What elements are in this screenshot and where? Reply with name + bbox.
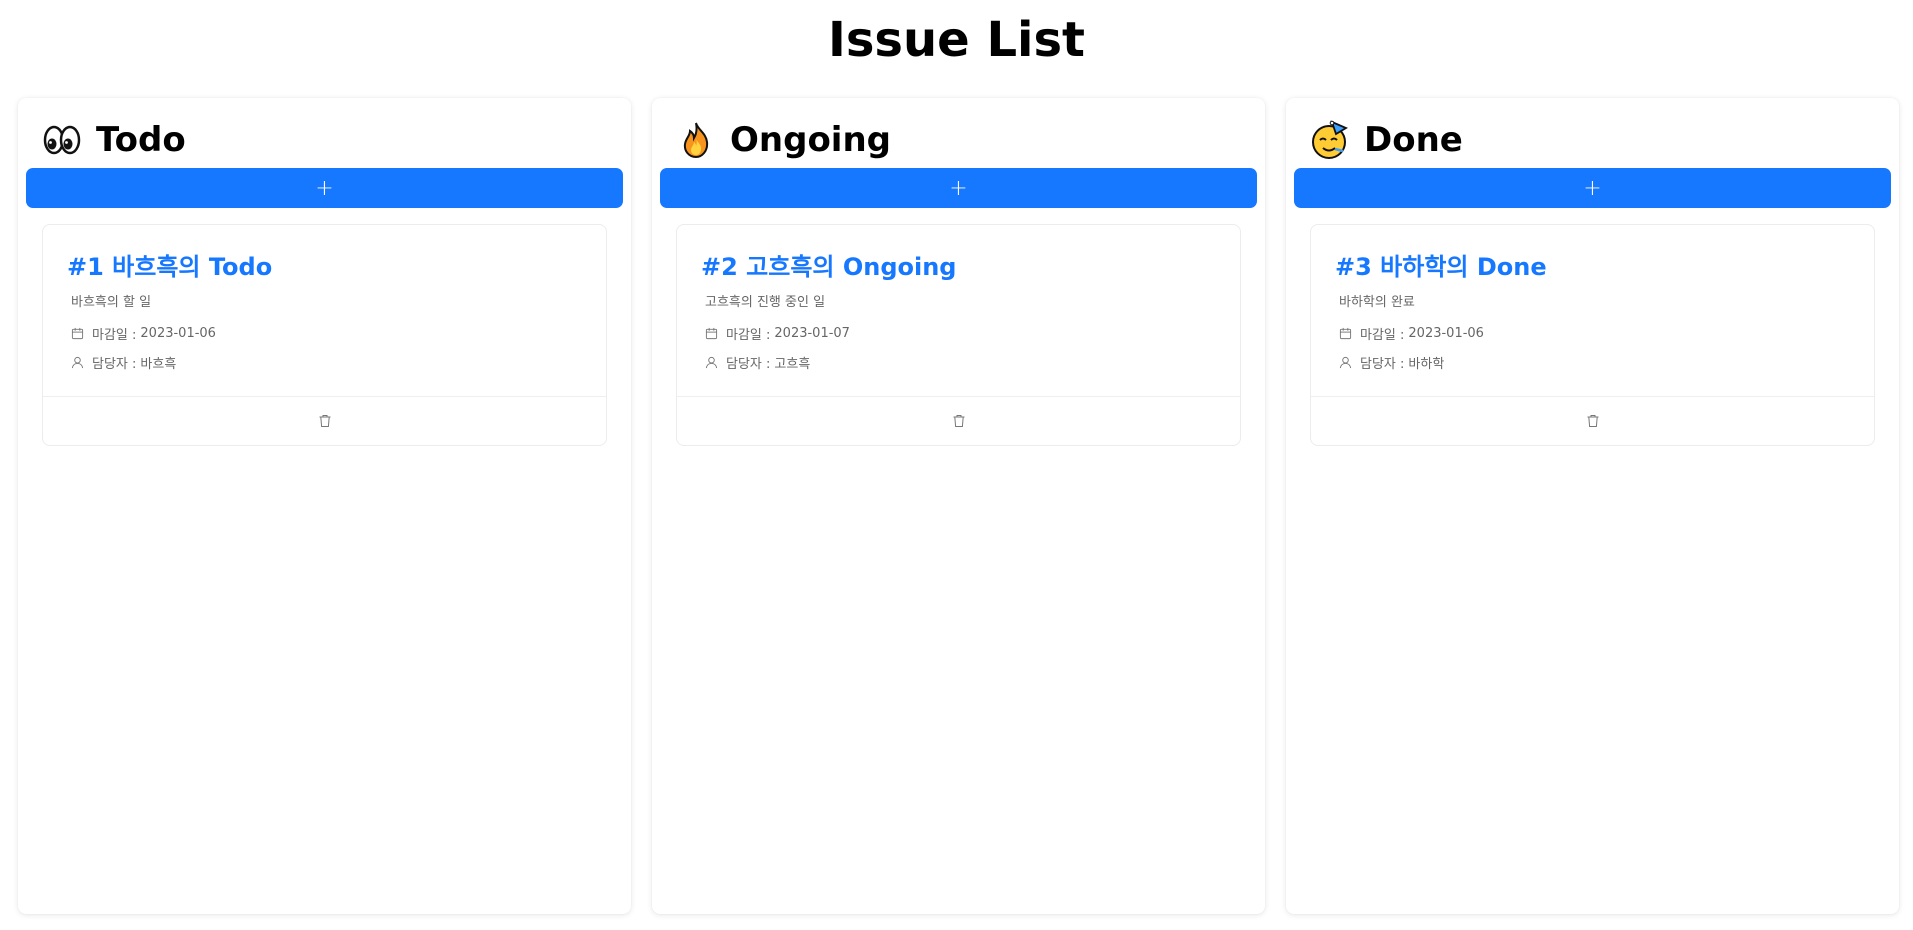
user-icon: [71, 356, 84, 369]
assignee-value: 고흐흑: [774, 357, 811, 372]
delete-icon[interactable]: [1586, 414, 1600, 428]
issue-description: 바하학의 완료: [1339, 295, 1415, 310]
column-done: Done + #3 바하학의 Done 바하학의 완료 마감일 : 2023-0…: [1286, 98, 1899, 914]
issue-assignee: 담당자 : 고흐흑: [705, 353, 1216, 372]
eyes-icon: [43, 125, 81, 155]
deadline-value: 2023-01-06: [1408, 326, 1484, 341]
column-title: Todo: [96, 120, 186, 160]
delete-icon[interactable]: [318, 414, 332, 428]
card-actions: [43, 396, 606, 445]
calendar-icon: [71, 327, 84, 340]
column-todo: Todo + #1 바흐흑의 Todo 바흐흑의 할 일 마감일 : 2023-…: [18, 98, 631, 914]
party-face-icon: [1312, 120, 1348, 159]
kanban-board: Todo + #1 바흐흑의 Todo 바흐흑의 할 일 마감일 : 2023-…: [18, 98, 1899, 914]
user-icon: [1339, 356, 1352, 369]
issue-assignee: 담당자 : 바흐흑: [71, 353, 582, 372]
card-actions: [677, 396, 1240, 445]
page-title: Issue List: [828, 12, 1085, 68]
issue-card: #2 고흐흑의 Ongoing 고흐흑의 진행 중인 일 마감일 : 2023-…: [676, 224, 1241, 446]
deadline-label: 마감일 :: [1360, 328, 1405, 343]
column-title: Done: [1364, 120, 1463, 160]
assignee-label: 담당자 :: [92, 357, 137, 372]
assignee-value: 바하학: [1408, 357, 1445, 372]
issue-deadline: 마감일 : 2023-01-07: [705, 324, 1216, 343]
add-issue-button[interactable]: +: [660, 168, 1257, 208]
deadline-value: 2023-01-06: [140, 326, 216, 341]
issue-assignee: 담당자 : 바하학: [1339, 353, 1850, 372]
issue-deadline: 마감일 : 2023-01-06: [71, 324, 582, 343]
issue-card: #1 바흐흑의 Todo 바흐흑의 할 일 마감일 : 2023-01-06 담…: [42, 224, 607, 446]
add-issue-button[interactable]: +: [1294, 168, 1891, 208]
add-issue-button[interactable]: +: [26, 168, 623, 208]
column-header: Todo: [42, 118, 631, 162]
column-ongoing: Ongoing + #2 고흐흑의 Ongoing 고흐흑의 진행 중인 일 마…: [652, 98, 1265, 914]
user-icon: [705, 356, 718, 369]
column-header: Ongoing: [676, 118, 1265, 162]
delete-icon[interactable]: [952, 414, 966, 428]
assignee-label: 담당자 :: [726, 357, 771, 372]
issue-deadline: 마감일 : 2023-01-06: [1339, 324, 1850, 343]
deadline-label: 마감일 :: [726, 328, 771, 343]
issue-card: #3 바하학의 Done 바하학의 완료 마감일 : 2023-01-06 담당…: [1310, 224, 1875, 446]
assignee-label: 담당자 :: [1360, 357, 1405, 372]
calendar-icon: [1339, 327, 1352, 340]
issue-description: 바흐흑의 할 일: [71, 295, 152, 310]
issue-description: 고흐흑의 진행 중인 일: [705, 295, 826, 310]
deadline-value: 2023-01-07: [774, 326, 850, 341]
issue-title[interactable]: #1 바흐흑의 Todo: [67, 253, 582, 281]
card-actions: [1311, 396, 1874, 445]
column-header: Done: [1310, 118, 1899, 162]
assignee-value: 바흐흑: [140, 357, 177, 372]
fire-icon: [683, 122, 709, 159]
issue-title[interactable]: #3 바하학의 Done: [1335, 253, 1850, 281]
issue-title[interactable]: #2 고흐흑의 Ongoing: [701, 253, 1216, 281]
calendar-icon: [705, 327, 718, 340]
deadline-label: 마감일 :: [92, 328, 137, 343]
column-title: Ongoing: [730, 120, 892, 160]
